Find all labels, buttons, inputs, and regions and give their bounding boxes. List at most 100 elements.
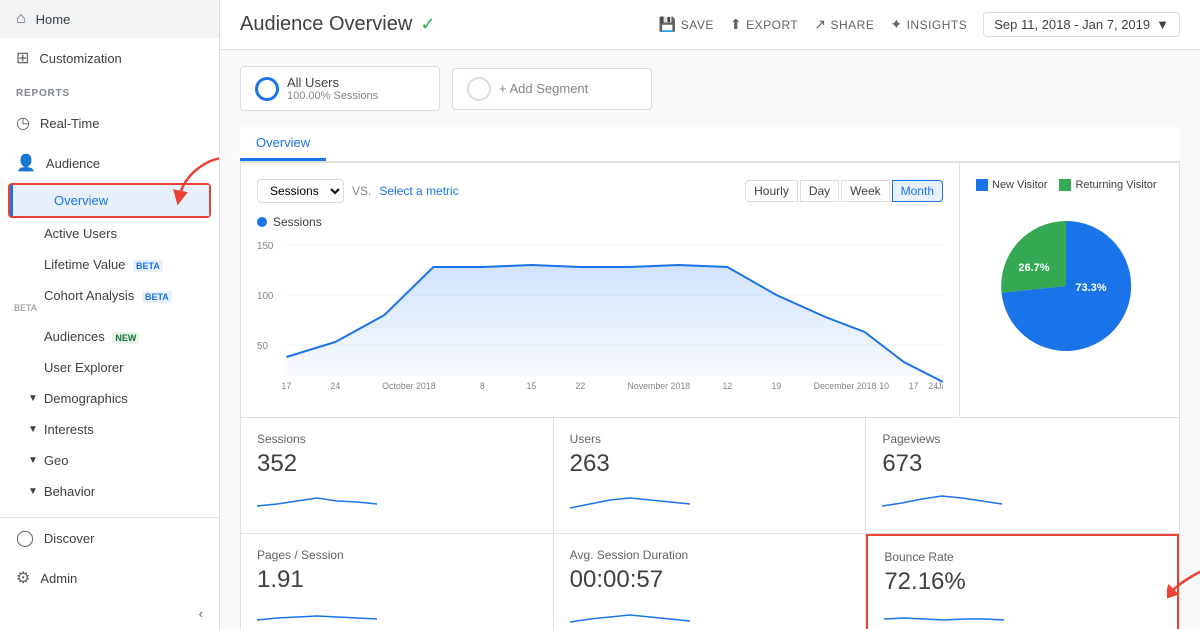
svg-text:24: 24 <box>330 381 340 391</box>
svg-text:December 2018: December 2018 <box>814 381 877 391</box>
caret-icon: ▼ <box>28 455 38 466</box>
sidebar-item-discover[interactable]: ◯ Discover <box>0 518 219 558</box>
sidebar-item-customization[interactable]: ⊞ Customization <box>0 38 219 78</box>
returning-visitor-legend: Returning Visitor <box>1059 179 1156 191</box>
svg-text:17: 17 <box>281 381 291 391</box>
main-content: Audience Overview ✓ 💾 SAVE ⬆ EXPORT ↗ SH… <box>220 0 1200 629</box>
pageviews-sparkline <box>882 486 1002 516</box>
sidebar-sub-item-user-explorer[interactable]: User Explorer <box>0 352 219 383</box>
svg-text:Janua...: Janua... <box>937 381 943 391</box>
svg-text:8: 8 <box>480 381 485 391</box>
metric-pages-session: Pages / Session 1.91 <box>241 534 554 629</box>
sidebar-sub-item-lifetime-value[interactable]: Lifetime Value BETA <box>0 249 219 280</box>
metric-bounce-rate: Bounce Rate 72.16% <box>866 534 1179 629</box>
sidebar-item-home[interactable]: ⌂ Home <box>0 0 219 38</box>
metric-selector: Sessions VS. Select a metric <box>257 179 459 203</box>
metric-sessions: Sessions 352 <box>241 418 554 534</box>
metric-pageviews: Pageviews 673 <box>866 418 1179 534</box>
sidebar-item-admin[interactable]: ⚙ Admin <box>0 558 219 598</box>
add-segment-button[interactable]: + Add Segment <box>452 68 652 110</box>
export-button[interactable]: ⬆ EXPORT <box>730 16 798 33</box>
share-button[interactable]: ↗ SHARE <box>814 16 874 33</box>
users-sparkline <box>570 486 690 516</box>
returning-visitor-color <box>1059 179 1071 191</box>
caret-icon: ▼ <box>28 393 38 404</box>
chart-area: 150 100 50 <box>257 237 943 397</box>
gear-icon: ⚙ <box>16 568 30 588</box>
sidebar-section-interests[interactable]: ▼ Interests <box>0 414 219 445</box>
week-button[interactable]: Week <box>841 180 889 202</box>
sessions-sparkline <box>257 486 377 516</box>
sidebar-item-realtime[interactable]: ◷ Real-Time <box>0 103 219 143</box>
day-button[interactable]: Day <box>800 180 839 202</box>
svg-text:12: 12 <box>722 381 732 391</box>
discover-icon: ◯ <box>16 528 34 548</box>
chart-section: Sessions VS. Select a metric Hourly Day … <box>241 163 959 417</box>
clock-icon: ◷ <box>16 113 30 133</box>
insights-icon: ✦ <box>890 16 902 33</box>
sessions-legend: Sessions <box>257 215 943 229</box>
sidebar-section-geo[interactable]: ▼ Geo <box>0 445 219 476</box>
date-range-caret: ▼ <box>1156 17 1169 32</box>
share-icon: ↗ <box>814 16 826 33</box>
all-users-segment[interactable]: All Users 100.00% Sessions <box>240 66 440 111</box>
sidebar-sub-item-audiences[interactable]: Audiences NEW <box>0 321 219 352</box>
segment-bar: All Users 100.00% Sessions + Add Segment <box>240 66 1180 111</box>
caret-icon: ▼ <box>28 424 38 435</box>
chart-pie-row: Sessions VS. Select a metric Hourly Day … <box>240 162 1180 418</box>
svg-text:17: 17 <box>909 381 919 391</box>
sidebar-collapse-button[interactable]: ‹ <box>0 598 219 629</box>
month-button[interactable]: Month <box>892 180 943 202</box>
sidebar-section-demographics[interactable]: ▼ Demographics <box>0 383 219 414</box>
audience-icon: 👤 <box>16 153 36 173</box>
insights-button[interactable]: ✦ INSIGHTS <box>890 16 967 33</box>
save-button[interactable]: 💾 SAVE <box>659 16 714 33</box>
metrics-grid: Sessions 352 Users 263 Pageviews <box>241 418 1179 629</box>
metrics-section: Sessions 352 Users 263 Pageviews <box>240 418 1180 629</box>
new-visitor-color <box>976 179 988 191</box>
tab-bar: Overview <box>240 127 1180 162</box>
sidebar-item-audience-label: Audience <box>46 156 100 171</box>
lifetime-value-badge: BETA <box>133 260 163 272</box>
sidebar: ⌂ Home ⊞ Customization REPORTS ◷ Real-Ti… <box>0 0 220 629</box>
pie-chart-svg: 73.3% 26.7% <box>976 201 1156 361</box>
pie-chart-section: New Visitor Returning Visitor <box>959 163 1179 417</box>
caret-icon: ▼ <box>28 486 38 497</box>
sidebar-item-audience[interactable]: 👤 Audience <box>0 143 219 183</box>
time-buttons: Hourly Day Week Month <box>745 180 943 202</box>
svg-text:22: 22 <box>575 381 585 391</box>
export-icon: ⬆ <box>730 16 742 33</box>
new-visitor-legend: New Visitor <box>976 179 1047 191</box>
home-icon: ⌂ <box>16 10 26 28</box>
reports-label: REPORTS <box>0 78 219 103</box>
sessions-dot <box>257 217 267 227</box>
sidebar-item-realtime-label: Real-Time <box>40 116 99 131</box>
date-range-picker[interactable]: Sep 11, 2018 - Jan 7, 2019 ▼ <box>983 12 1180 37</box>
svg-text:100: 100 <box>257 291 274 302</box>
save-icon: 💾 <box>659 16 677 33</box>
sidebar-item-home-label: Home <box>36 12 71 27</box>
svg-text:November 2018: November 2018 <box>627 381 690 391</box>
metric-avg-session: Avg. Session Duration 00:00:57 <box>554 534 867 629</box>
hourly-button[interactable]: Hourly <box>745 180 798 202</box>
cohort-badge: BETA <box>142 291 172 303</box>
sidebar-sub-item-cohort[interactable]: Cohort Analysis BETA BETA <box>0 280 219 321</box>
pie-legend: New Visitor Returning Visitor <box>976 179 1163 191</box>
svg-text:October 2018: October 2018 <box>382 381 435 391</box>
svg-text:73.3%: 73.3% <box>1075 282 1106 294</box>
metric-select-dropdown[interactable]: Sessions <box>257 179 344 203</box>
line-chart: 150 100 50 <box>257 237 943 392</box>
customization-icon: ⊞ <box>16 48 29 68</box>
sidebar-sub-item-overview[interactable]: Overview <box>10 185 209 216</box>
page-header: Audience Overview ✓ 💾 SAVE ⬆ EXPORT ↗ SH… <box>220 0 1200 50</box>
content-area: All Users 100.00% Sessions + Add Segment… <box>220 50 1200 629</box>
header-actions: 💾 SAVE ⬆ EXPORT ↗ SHARE ✦ INSIGHTS Sep 1… <box>659 12 1180 37</box>
segment-circle <box>255 77 279 101</box>
metric-users: Users 263 <box>554 418 867 534</box>
svg-text:15: 15 <box>526 381 536 391</box>
sidebar-item-customization-label: Customization <box>39 51 121 66</box>
add-segment-circle <box>467 77 491 101</box>
tab-overview[interactable]: Overview <box>240 127 326 161</box>
sidebar-sub-item-active-users[interactable]: Active Users <box>0 218 219 249</box>
sidebar-section-behavior[interactable]: ▼ Behavior <box>0 476 219 507</box>
